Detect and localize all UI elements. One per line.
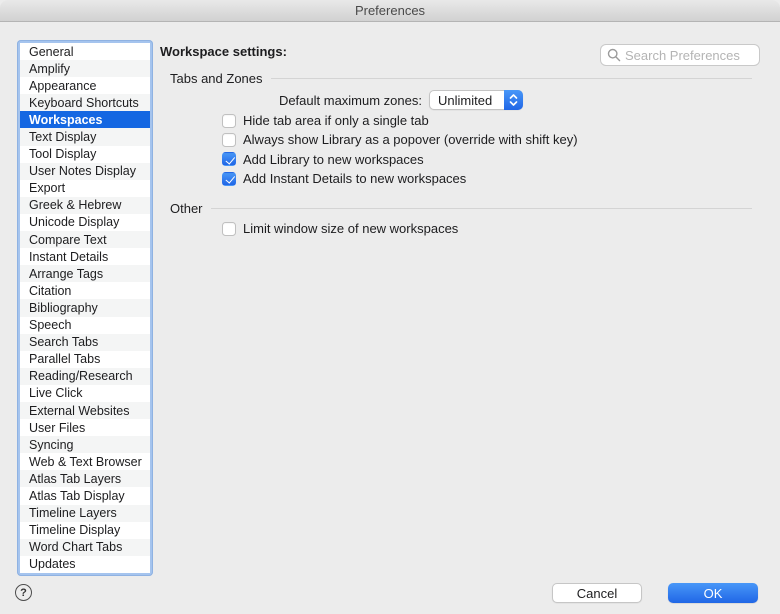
sidebar-item-general[interactable]: General [20, 43, 150, 60]
checkbox-row-add-library: Add Library to new workspaces [222, 150, 578, 169]
popup-selected-value: Unlimited [430, 93, 504, 108]
sidebar-item-web-text-browser[interactable]: Web & Text Browser [20, 453, 150, 470]
sidebar-item-live-click[interactable]: Live Click [20, 385, 150, 402]
sidebar-item-timeline-display[interactable]: Timeline Display [20, 522, 150, 539]
title-bar: Preferences [0, 0, 780, 22]
sidebar-item-timeline-layers[interactable]: Timeline Layers [20, 505, 150, 522]
sidebar-item-updates[interactable]: Updates [20, 556, 150, 573]
tabs-zones-checkbox-group: Hide tab area if only a single tab Alway… [222, 111, 578, 188]
default-max-zones-popup[interactable]: Unlimited [429, 90, 523, 110]
sidebar-item-greek-hebrew[interactable]: Greek & Hebrew [20, 197, 150, 214]
add-instant-details-label: Add Instant Details to new workspaces [243, 171, 466, 186]
section-tabs-and-zones: Tabs and Zones [170, 71, 752, 86]
sidebar-item-export[interactable]: Export [20, 180, 150, 197]
add-library-label: Add Library to new workspaces [243, 152, 424, 167]
sidebar-item-amplify[interactable]: Amplify [20, 60, 150, 77]
sidebar-item-tool-display[interactable]: Tool Display [20, 146, 150, 163]
sidebar-item-syncing[interactable]: Syncing [20, 436, 150, 453]
sidebar-item-external-websites[interactable]: External Websites [20, 402, 150, 419]
section-other: Other [170, 201, 752, 216]
sidebar-item-appearance[interactable]: Appearance [20, 77, 150, 94]
checkbox-row-always-show-library: Always show Library as a popover (overri… [222, 130, 578, 149]
stepper-icon [504, 90, 523, 110]
add-instant-details-checkbox[interactable] [222, 172, 236, 186]
help-button[interactable]: ? [15, 584, 32, 601]
search-input[interactable] [625, 48, 753, 63]
preferences-sidebar: General Amplify Appearance Keyboard Shor… [17, 40, 153, 576]
preferences-window: Preferences General Amplify Appearance K… [0, 0, 780, 614]
sidebar-item-atlas-tab-layers[interactable]: Atlas Tab Layers [20, 470, 150, 487]
sidebar-item-compare-text[interactable]: Compare Text [20, 231, 150, 248]
sidebar-item-workspaces[interactable]: Workspaces [20, 111, 150, 128]
add-library-checkbox[interactable] [222, 152, 236, 166]
always-show-library-label: Always show Library as a popover (overri… [243, 132, 578, 147]
sidebar-item-word-chart-tabs[interactable]: Word Chart Tabs [20, 539, 150, 556]
sidebar-item-atlas-tab-display[interactable]: Atlas Tab Display [20, 487, 150, 504]
sidebar-item-arrange-tags[interactable]: Arrange Tags [20, 265, 150, 282]
checkbox-row-hide-tab-area: Hide tab area if only a single tab [222, 111, 578, 130]
default-max-zones-row: Default maximum zones: Unlimited [170, 90, 523, 110]
sidebar-item-keyboard-shortcuts[interactable]: Keyboard Shortcuts [20, 94, 150, 111]
sidebar-item-text-display[interactable]: Text Display [20, 128, 150, 145]
sidebar-item-parallel-tabs[interactable]: Parallel Tabs [20, 351, 150, 368]
sidebar-item-speech[interactable]: Speech [20, 317, 150, 334]
section-title: Other [170, 201, 203, 216]
sidebar-item-citation[interactable]: Citation [20, 282, 150, 299]
hide-tab-area-checkbox[interactable] [222, 114, 236, 128]
limit-window-size-label: Limit window size of new workspaces [243, 221, 458, 236]
window-title: Preferences [355, 3, 425, 18]
page-title: Workspace settings: [160, 44, 287, 59]
search-icon [607, 48, 621, 62]
sidebar-item-search-tabs[interactable]: Search Tabs [20, 334, 150, 351]
default-max-zones-label: Default maximum zones: [170, 93, 422, 108]
section-divider [211, 208, 752, 209]
checkbox-row-add-instant-details: Add Instant Details to new workspaces [222, 169, 578, 188]
limit-window-size-checkbox[interactable] [222, 222, 236, 236]
search-field[interactable] [600, 44, 760, 66]
sidebar-item-user-files[interactable]: User Files [20, 419, 150, 436]
sidebar-item-user-notes-display[interactable]: User Notes Display [20, 163, 150, 180]
section-divider [271, 78, 752, 79]
always-show-library-checkbox[interactable] [222, 133, 236, 147]
sidebar-list: General Amplify Appearance Keyboard Shor… [20, 43, 150, 573]
cancel-button[interactable]: Cancel [552, 583, 642, 603]
sidebar-item-reading-research[interactable]: Reading/Research [20, 368, 150, 385]
ok-button[interactable]: OK [668, 583, 758, 603]
sidebar-item-unicode-display[interactable]: Unicode Display [20, 214, 150, 231]
other-checkbox-group: Limit window size of new workspaces [222, 219, 458, 238]
section-title: Tabs and Zones [170, 71, 263, 86]
sidebar-item-instant-details[interactable]: Instant Details [20, 248, 150, 265]
sidebar-item-bibliography[interactable]: Bibliography [20, 299, 150, 316]
checkbox-row-limit-window-size: Limit window size of new workspaces [222, 219, 458, 238]
hide-tab-area-label: Hide tab area if only a single tab [243, 113, 429, 128]
